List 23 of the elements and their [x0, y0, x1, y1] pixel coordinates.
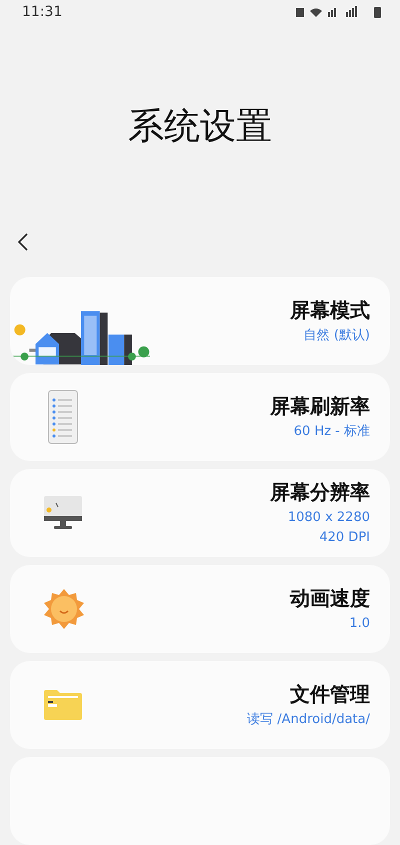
- setting-value: 读写 /Android/data/: [247, 712, 370, 728]
- setting-value: 420 DPI: [319, 530, 370, 546]
- setting-title: 动画速度: [290, 585, 370, 612]
- setting-title: 文件管理: [290, 681, 370, 708]
- settings-card[interactable]: 动画速度 1.0: [10, 564, 390, 653]
- sun-face-icon: [44, 588, 84, 629]
- settings-card[interactable]: 文件管理 读写 /Android/data/: [10, 660, 390, 749]
- setting-value: 自然 (默认): [304, 328, 370, 344]
- setting-value: 60 Hz - 标准: [294, 424, 370, 440]
- setting-title: 屏幕模式: [290, 297, 370, 324]
- monitor-icon: [44, 496, 82, 530]
- settings-card[interactable]: 屏幕模式 自然 (默认): [10, 276, 390, 365]
- settings-card[interactable]: 屏幕分辨率 1080 x 2280 420 DPI: [10, 468, 390, 557]
- page-title: 系统设置: [127, 104, 273, 149]
- back-icon: [18, 233, 28, 252]
- setting-title: 屏幕分辨率: [270, 479, 370, 506]
- setting-value: 1.0: [349, 616, 370, 632]
- setting-title: 屏幕刷新率: [270, 393, 370, 420]
- folder-icon: [44, 690, 82, 720]
- settings-card[interactable]: 屏幕刷新率 60 Hz - 标准: [10, 372, 390, 461]
- setting-value: 1080 x 2280: [288, 510, 370, 526]
- phone-screen-icon: [48, 390, 78, 444]
- status-time: 11:31: [22, 4, 62, 20]
